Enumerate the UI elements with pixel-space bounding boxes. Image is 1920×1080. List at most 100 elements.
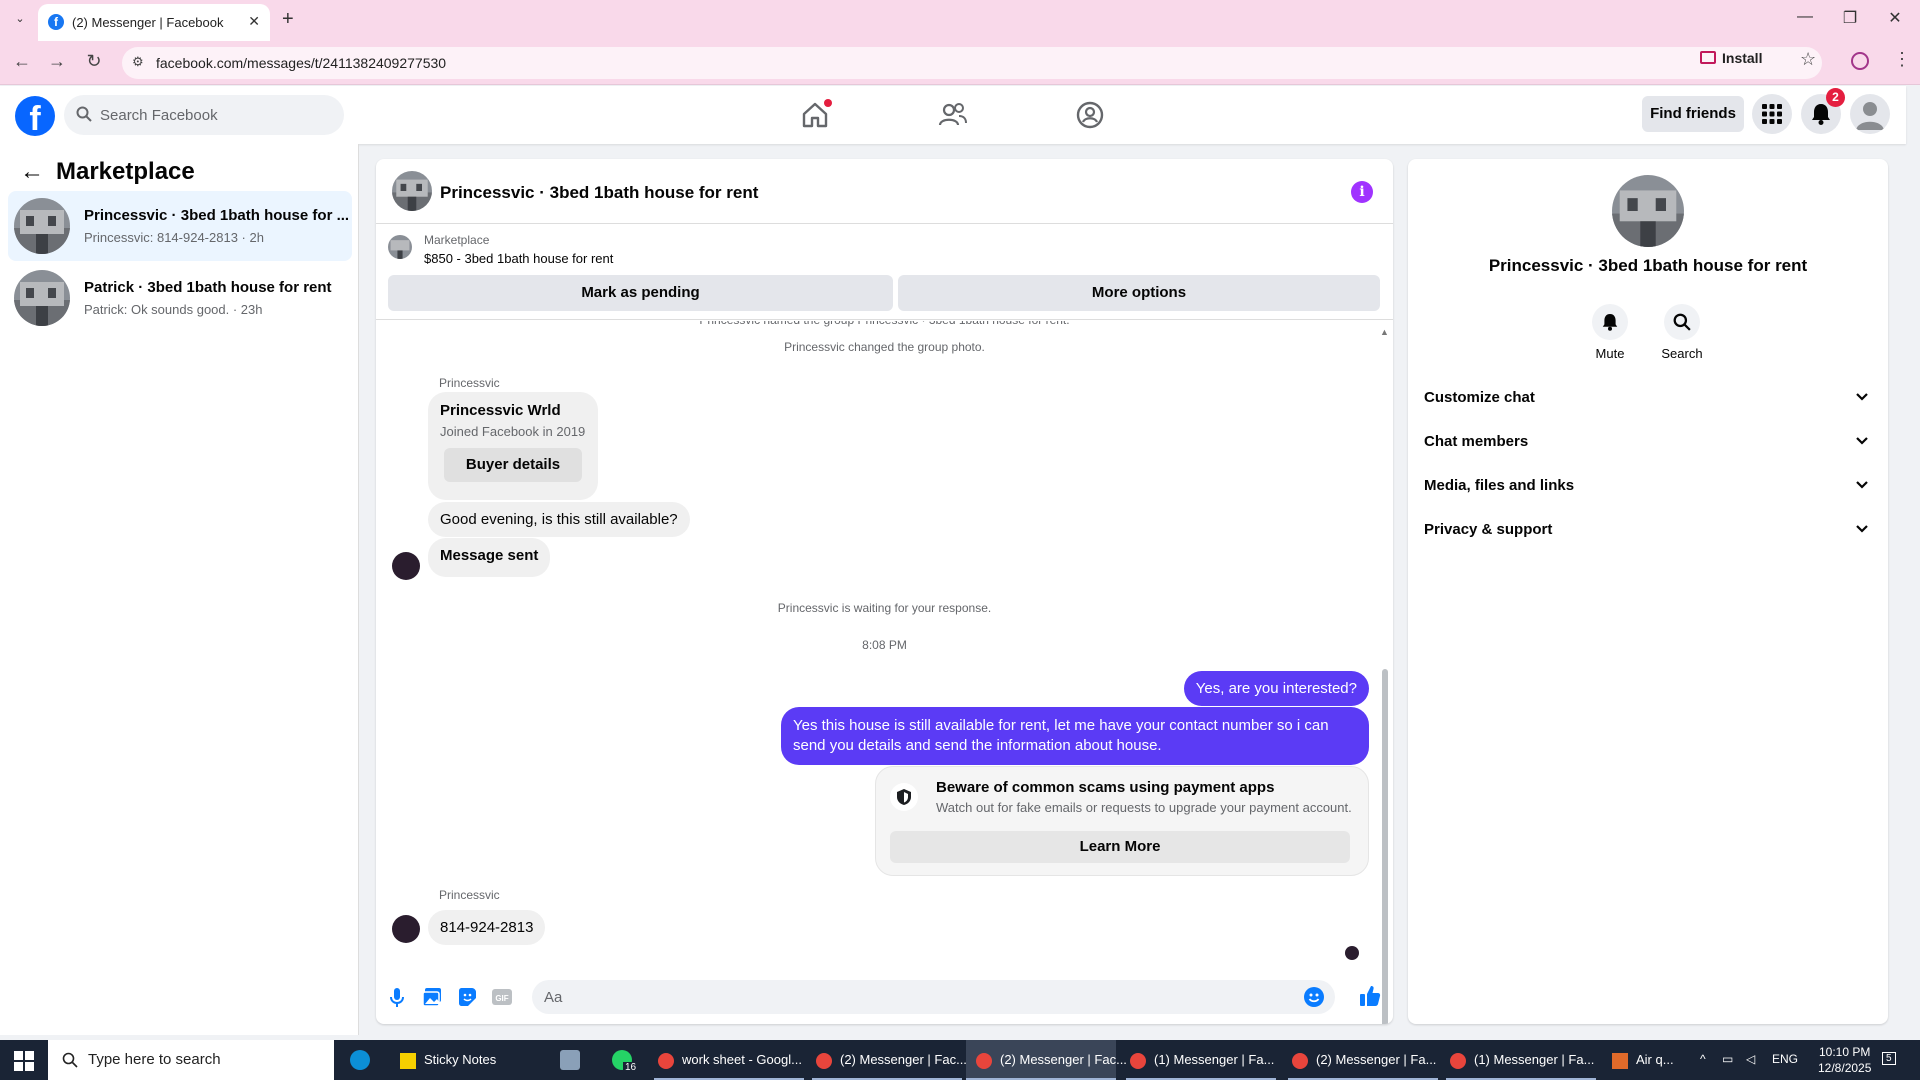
taskbar-clock[interactable]: 10:10 PM 12/8/2025 — [1818, 1044, 1871, 1076]
sender-name: Princessvic — [439, 888, 500, 902]
buyer-name: Princessvic Wrld — [440, 402, 561, 419]
install-app-icon — [1700, 51, 1716, 64]
message-input[interactable]: Aa — [532, 980, 1335, 1014]
account-avatar[interactable] — [1850, 94, 1890, 134]
emoji-icon[interactable] — [1304, 987, 1324, 1007]
language-indicator[interactable]: ENG — [1772, 1052, 1798, 1066]
taskbar-search[interactable]: Type here to search — [48, 1040, 334, 1080]
warning-subtitle: Watch out for fake emails or requests to… — [936, 800, 1352, 815]
taskbar-label: (1) Messenger | Fa... — [1474, 1052, 1595, 1067]
sticker-icon[interactable] — [456, 986, 478, 1008]
search-icon — [1664, 304, 1700, 340]
mark-as-pending-button[interactable]: Mark as pending — [388, 275, 893, 311]
bookmark-star-icon[interactable]: ☆ — [1800, 49, 1816, 70]
close-tab-icon[interactable]: ✕ — [248, 13, 260, 30]
conversation-preview: Patrick: Ok sounds good. · 23h — [84, 302, 263, 317]
search-action[interactable]: Search — [1652, 304, 1712, 361]
reload-icon[interactable]: ↻ — [82, 51, 106, 72]
windows-start-icon[interactable] — [14, 1051, 34, 1071]
sticky-notes-icon — [400, 1052, 416, 1069]
edge-icon[interactable] — [350, 1050, 370, 1070]
photo-icon[interactable] — [421, 986, 443, 1008]
facebook-logo-icon[interactable]: f — [15, 96, 55, 136]
back-icon[interactable]: ← — [10, 51, 34, 72]
taskbar-chrome-worksheet[interactable]: work sheet - Googl... — [654, 1040, 804, 1080]
incoming-message[interactable]: 814-924-2813 — [428, 910, 546, 945]
install-button[interactable]: Install — [1722, 50, 1762, 66]
incoming-message[interactable]: Message sent — [428, 538, 551, 577]
more-options-button[interactable]: More options — [898, 275, 1380, 311]
find-friends-button[interactable]: Find friends — [1642, 96, 1744, 132]
taskbar-label: (2) Messenger | Fa... — [1316, 1052, 1437, 1067]
sender-avatar[interactable] — [392, 552, 420, 580]
group-name: Princessvic · 3bed 1bath house for rent — [1488, 256, 1808, 275]
taskbar-chrome-messenger[interactable]: (2) Messenger | Fac... — [812, 1040, 967, 1080]
weather-icon — [1612, 1052, 1628, 1069]
incoming-message[interactable]: Good evening, is this still available? — [428, 502, 690, 537]
notification-count-badge: 2 — [1826, 88, 1845, 107]
chat-scrollbar[interactable]: ▲ ▼ — [1379, 327, 1389, 1024]
network-icon[interactable]: ▭ — [1722, 1052, 1733, 1066]
volume-icon[interactable]: ◁ — [1746, 1052, 1755, 1066]
friends-icon[interactable] — [937, 99, 969, 131]
house-thumbnail — [14, 270, 70, 326]
browser-profile-icon[interactable] — [1851, 52, 1869, 70]
marketplace-title: Marketplace — [56, 158, 195, 185]
thumbs-up-icon[interactable] — [1358, 984, 1382, 1008]
browser-menu-icon[interactable]: ⋮ — [1893, 49, 1911, 70]
notification-center-icon[interactable]: 5 — [1882, 1052, 1896, 1065]
taskbar-sticky-notes[interactable]: Sticky Notes — [396, 1040, 496, 1080]
bell-icon — [1812, 104, 1830, 125]
info-icon[interactable]: i — [1351, 181, 1373, 203]
close-window-icon[interactable]: ✕ — [1883, 8, 1907, 28]
message-placeholder: Aa — [544, 989, 563, 1006]
chat-members-row[interactable]: Chat members — [1424, 425, 1872, 461]
taskbar-label: (2) Messenger | Fac... — [840, 1052, 967, 1067]
menu-grid-button[interactable] — [1752, 94, 1792, 134]
scam-warning-card: Beware of common scams using payment app… — [875, 766, 1369, 876]
address-bar[interactable]: ⚙ facebook.com/messages/t/24113824092775… — [122, 47, 1822, 79]
new-tab-icon[interactable]: + — [282, 8, 294, 31]
chat-title[interactable]: Princessvic · 3bed 1bath house for rent — [440, 183, 758, 203]
taskbar-chrome-messenger[interactable]: (1) Messenger | Fa... — [1126, 1040, 1276, 1080]
site-settings-icon[interactable]: ⚙ — [132, 54, 144, 70]
facebook-search-input[interactable]: Search Facebook — [64, 95, 344, 135]
mute-action[interactable]: Mute — [1580, 304, 1640, 361]
taskbar-label: work sheet - Googl... — [682, 1052, 802, 1067]
outgoing-message[interactable]: Yes this house is still available for re… — [781, 707, 1369, 765]
scrollbar-thumb[interactable] — [1382, 669, 1388, 1024]
taskbar-chrome-messenger[interactable]: (1) Messenger | Fa... — [1446, 1040, 1596, 1080]
listing-title[interactable]: $850 - 3bed 1bath house for rent — [424, 251, 613, 266]
app-icon[interactable] — [560, 1050, 580, 1070]
default-avatar-icon — [1856, 102, 1884, 130]
groups-icon[interactable] — [1074, 99, 1106, 131]
customize-chat-row[interactable]: Customize chat — [1424, 381, 1872, 417]
taskbar-chrome-messenger-active[interactable]: (2) Messenger | Fac... — [966, 1040, 1127, 1080]
sender-avatar[interactable] — [392, 915, 420, 943]
conversation-item-princessvic[interactable]: Princessvic · 3bed 1bath house for ... P… — [8, 191, 352, 261]
chevron-down-icon — [1856, 525, 1868, 533]
forward-icon[interactable]: → — [45, 51, 69, 72]
tray-chevron-icon[interactable]: ^ — [1700, 1052, 1706, 1066]
learn-more-button[interactable]: Learn More — [890, 831, 1350, 863]
taskbar-chrome-messenger[interactable]: (2) Messenger | Fa... — [1288, 1040, 1438, 1080]
group-photo[interactable] — [1612, 175, 1684, 247]
privacy-support-row[interactable]: Privacy & support — [1424, 513, 1872, 549]
bell-icon — [1592, 304, 1628, 340]
chat-avatar[interactable] — [392, 171, 432, 211]
microphone-icon[interactable] — [386, 986, 408, 1008]
outgoing-message[interactable]: Yes, are you interested? — [1183, 671, 1369, 706]
media-files-links-row[interactable]: Media, files and links — [1424, 469, 1872, 505]
taskbar-weather[interactable]: Air q... — [1612, 1040, 1702, 1080]
conversation-item-patrick[interactable]: Patrick · 3bed 1bath house for rent Patr… — [8, 263, 352, 333]
tab-title: (2) Messenger | Facebook — [72, 15, 224, 30]
tab-search-dropdown[interactable]: ⌄ — [10, 12, 30, 30]
gif-icon[interactable]: GIF — [491, 986, 513, 1008]
minimize-icon[interactable]: — — [1793, 8, 1817, 26]
back-arrow-icon[interactable]: ← — [20, 158, 44, 186]
browser-tab-active[interactable]: f (2) Messenger | Facebook ✕ — [38, 4, 270, 41]
restore-icon[interactable]: ❐ — [1838, 8, 1862, 28]
buyer-details-button[interactable]: Buyer details — [444, 448, 582, 482]
taskbar-label: Sticky Notes — [424, 1052, 497, 1067]
taskbar-label: (1) Messenger | Fa... — [1154, 1052, 1275, 1067]
